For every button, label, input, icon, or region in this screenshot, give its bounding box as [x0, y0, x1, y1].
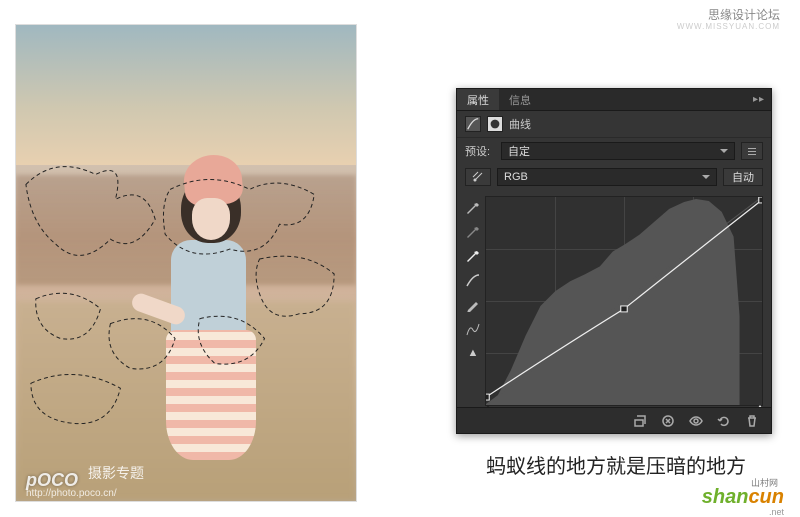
footer-logo-sub: .net	[769, 507, 784, 517]
auto-button[interactable]: 自动	[723, 168, 763, 186]
forum-url: WWW.MISSYUAN.COM	[677, 22, 780, 31]
footer-logo: shancun	[702, 486, 784, 509]
channel-dropdown[interactable]: RGB	[497, 168, 717, 186]
eyedropper-gray-icon[interactable]	[464, 224, 482, 242]
trash-icon[interactable]	[743, 412, 761, 430]
smooth-tool-icon[interactable]	[464, 320, 482, 338]
edited-photo: pOCO 摄影专题 http://photo.poco.cn/	[15, 24, 357, 502]
forum-header: 思缘设计论坛	[708, 6, 780, 23]
curve-line	[486, 197, 762, 405]
poco-url: http://photo.poco.cn/	[26, 488, 117, 499]
pencil-icon[interactable]	[464, 296, 482, 314]
curves-editor[interactable]	[485, 196, 763, 406]
caption-text: 蚂蚁线的地方就是压暗的地方	[456, 450, 776, 479]
panel-menu-button[interactable]: ▸▸	[747, 94, 771, 105]
clip-mask-icon[interactable]	[631, 412, 649, 430]
on-image-tool[interactable]	[465, 168, 491, 186]
eyedropper-white-icon[interactable]	[464, 248, 482, 266]
visibility-icon[interactable]	[687, 412, 705, 430]
adjustment-type-label: 曲线	[509, 116, 531, 132]
tab-properties[interactable]: 属性	[457, 89, 499, 110]
preset-label: 预设:	[465, 143, 495, 159]
tab-info[interactable]: 信息	[499, 89, 541, 110]
panel-tabs: 属性 信息 ▸▸	[457, 89, 771, 111]
clip-histogram-icon[interactable]: ▲	[464, 344, 482, 362]
properties-panel: 属性 信息 ▸▸ 曲线 预设: 自定 RGB 自动	[456, 88, 772, 434]
mask-icon[interactable]	[487, 116, 503, 132]
adjustment-icon[interactable]	[465, 116, 481, 132]
preset-dropdown[interactable]: 自定	[501, 142, 735, 160]
reset-icon[interactable]	[715, 412, 733, 430]
eyedropper-black-icon[interactable]	[464, 200, 482, 218]
prev-state-icon[interactable]	[659, 412, 677, 430]
curve-smooth-icon[interactable]	[464, 272, 482, 290]
poco-label: 摄影专题	[88, 463, 144, 483]
preset-menu-button[interactable]	[741, 142, 763, 160]
